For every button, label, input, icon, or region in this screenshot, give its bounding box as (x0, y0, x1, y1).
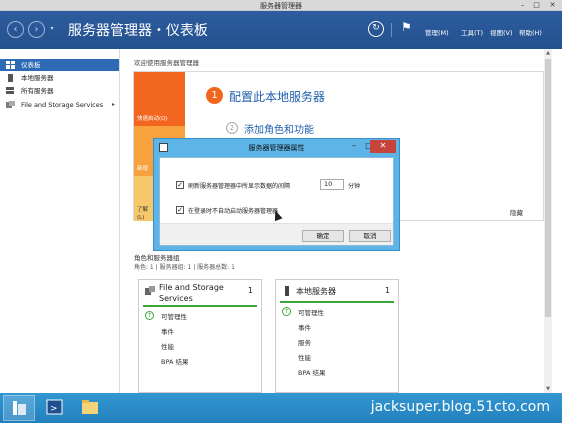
menu-tools[interactable]: 工具(T) (461, 27, 483, 37)
dashboard-icon (6, 61, 15, 69)
main-scrollbar[interactable]: ▲ ▼ (544, 49, 552, 393)
interval-unit: 分钟 (348, 183, 361, 190)
server-icon (285, 286, 289, 296)
dialog-body: ✓ 刷新服务器管理器中所显示数据的间隔 10 分钟 ✓ 在登录时不自动启动服务器… (159, 157, 394, 246)
tile-row-manageability[interactable]: 可管理性 (161, 311, 187, 321)
no-autostart-label: 在登录时不自动启动服务器管理器 (188, 208, 279, 215)
powershell-icon: > (46, 399, 63, 415)
folder-icon (82, 400, 98, 414)
welcome-title: 欢迎使用服务器管理器 (134, 59, 199, 67)
tile-row-events[interactable]: 事件 (161, 326, 174, 336)
server-icon (8, 74, 13, 82)
breadcrumb-page: 仪表板 (165, 23, 208, 39)
whats-new-label: 新增 (137, 166, 149, 172)
tile-row-bpa[interactable]: BPA 结果 (298, 367, 325, 377)
svg-text:>: > (50, 404, 58, 414)
forward-button[interactable]: › (28, 21, 45, 38)
ok-button[interactable]: 确定 (302, 230, 344, 242)
taskbar-powershell-button[interactable]: > (39, 395, 71, 421)
manageability-ok-icon: ↑ (282, 307, 291, 316)
no-autostart-checkbox[interactable]: ✓ (176, 206, 184, 214)
maximize-button[interactable]: □ (530, 0, 543, 10)
tile-row-performance[interactable]: 性能 (298, 352, 311, 362)
tile-count: 1 (247, 286, 253, 295)
breadcrumb-app: 服务器管理器 (68, 23, 152, 39)
tile-status-bar (280, 301, 394, 303)
menu-help[interactable]: 帮助(H) (519, 27, 542, 37)
tile-row-events[interactable]: 事件 (298, 322, 311, 332)
scroll-up-icon[interactable]: ▲ (544, 49, 552, 57)
step2-number: 2 (226, 122, 238, 134)
sidebar-item-file-storage[interactable]: File and Storage Services ▸ (0, 99, 119, 111)
tile-title: 本地服务器 (296, 287, 336, 296)
sidebar-item-all-servers[interactable]: 所有服务器 (0, 85, 119, 97)
roles-summary: 角色: 1 | 服务器组: 1 | 服务器总数: 1 (134, 264, 235, 271)
app-header: ‹ › ▾ 服务器管理器 • 仪表板 ↻ ⚑ 管理(M) 工具(T) 视图(V) 帮… (0, 11, 562, 49)
sidebar-item-local-server[interactable]: 本地服务器 (0, 72, 119, 84)
menu-view[interactable]: 视图(V) (490, 27, 513, 37)
role-tile-file-storage[interactable]: File and Storage Services 1 ↑ 可管理性 事件 性能 … (138, 279, 262, 393)
tile-row-performance[interactable]: 性能 (161, 341, 174, 351)
dialog-close-button[interactable]: ✕ (370, 140, 396, 153)
sidebar-item-label: 所有服务器 (21, 87, 54, 95)
tile-row-manageability[interactable]: 可管理性 (298, 307, 324, 317)
notifications-flag-icon[interactable]: ⚑ (401, 20, 412, 34)
sidebar: 仪表板 本地服务器 所有服务器 File and Storage Service… (0, 49, 120, 393)
hide-link[interactable]: 隐藏 (510, 207, 523, 217)
storage-icon (6, 101, 15, 108)
dialog-footer: 确定 取消 (160, 223, 393, 245)
back-button[interactable]: ‹ (7, 21, 24, 38)
scroll-thumb[interactable] (545, 59, 551, 317)
properties-dialog: 服务器管理器属性 – □ ✕ ✓ 刷新服务器管理器中所显示数据的间隔 10 分钟… (153, 138, 400, 251)
storage-icon (145, 286, 155, 295)
dialog-titlebar[interactable]: 服务器管理器属性 – □ ✕ (154, 139, 399, 156)
roles-title: 角色和服务器组 (134, 254, 180, 262)
quick-start-tile[interactable]: 快速启动(Q) (134, 72, 185, 126)
step1-number: 1 (206, 87, 223, 104)
refresh-interval-input[interactable]: 10 (320, 179, 344, 190)
tile-row-services[interactable]: 服务 (298, 337, 311, 347)
refresh-icon[interactable]: ↻ (368, 21, 384, 37)
header-divider (391, 23, 392, 37)
sidebar-item-label: 仪表板 (21, 61, 41, 69)
tile-count: 1 (384, 286, 390, 295)
refresh-interval-checkbox[interactable]: ✓ (176, 181, 184, 189)
add-roles-features-link[interactable]: 添加角色和功能 (244, 121, 314, 136)
learn-more-label: 了解 (L) (137, 207, 149, 221)
minimize-button[interactable]: – (516, 0, 529, 10)
history-dropdown-icon[interactable]: ▾ (47, 21, 57, 38)
scroll-down-icon[interactable]: ▼ (544, 385, 552, 393)
sidebar-item-label: File and Storage Services (21, 101, 104, 109)
server-manager-icon (13, 401, 26, 415)
breadcrumb: 服务器管理器 • 仪表板 (68, 20, 208, 40)
tile-title: File and Storage Services (159, 283, 224, 303)
manageability-ok-icon: ↑ (145, 311, 154, 320)
watermark: jacksuper.blog.51cto.com (370, 399, 550, 415)
servers-icon (6, 87, 14, 94)
expand-arrow-icon[interactable]: ▸ (112, 99, 115, 111)
taskbar: > jacksuper.blog.51cto.com (0, 393, 562, 423)
tile-status-bar (143, 305, 257, 307)
configure-local-server-link[interactable]: 配置此本地服务器 (229, 88, 325, 105)
tile-row-bpa[interactable]: BPA 结果 (161, 356, 188, 366)
refresh-interval-label: 刷新服务器管理器中所显示数据的间隔 (188, 183, 291, 190)
close-button[interactable]: ✕ (546, 0, 559, 10)
breadcrumb-separator: • (156, 25, 162, 36)
dialog-minimize-button[interactable]: – (346, 140, 362, 153)
sidebar-item-label: 本地服务器 (21, 74, 54, 82)
window-title: 服务器管理器 (260, 2, 302, 10)
cancel-button[interactable]: 取消 (349, 230, 391, 242)
sidebar-item-dashboard[interactable]: 仪表板 (0, 59, 119, 71)
quick-start-label: 快速启动(Q) (137, 116, 168, 122)
taskbar-server-manager-button[interactable] (3, 395, 35, 421)
window-titlebar: 服务器管理器 – □ ✕ (0, 0, 562, 11)
taskbar-explorer-button[interactable] (75, 395, 107, 421)
menu-manage[interactable]: 管理(M) (425, 27, 449, 37)
role-tile-local-server[interactable]: 本地服务器 1 ↑ 可管理性 事件 服务 性能 BPA 结果 (275, 279, 399, 393)
